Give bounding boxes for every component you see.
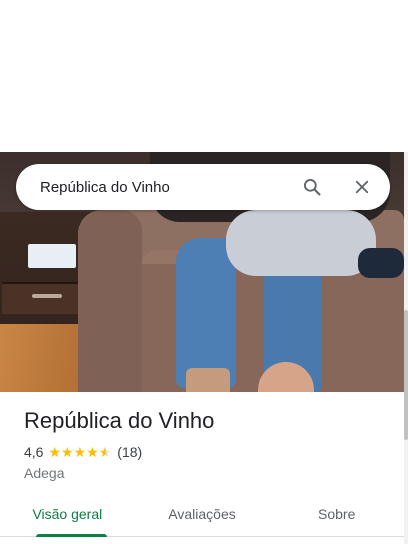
star-rating[interactable]: ★ ★ ★ ★ ★ <box>48 445 111 459</box>
active-tab-indicator <box>36 534 107 537</box>
photo-child <box>226 210 376 276</box>
photo-boot <box>186 368 230 392</box>
place-title: República do Vinho <box>24 408 215 433</box>
rating-row: 4,6 ★ ★ ★ ★ ★ (18) <box>24 444 142 460</box>
tab-overview[interactable]: Visão geral <box>0 492 135 537</box>
tab-about[interactable]: Sobre <box>269 492 404 536</box>
photo-sneaker <box>358 248 404 278</box>
tab-label: Visão geral <box>32 506 103 522</box>
star-icon: ★ <box>48 444 62 460</box>
scrollbar-thumb[interactable] <box>404 310 408 440</box>
search-box[interactable]: República do Vinho <box>16 164 390 210</box>
close-icon[interactable] <box>348 173 376 201</box>
tab-label: Avaliações <box>168 506 236 522</box>
photo-sofa-arm <box>78 210 142 392</box>
tab-bar: Visão geral Avaliações Sobre <box>0 492 404 537</box>
star-icon: ★ <box>98 444 112 460</box>
photo-box <box>28 244 76 268</box>
star-icon: ★ <box>61 444 74 460</box>
star-icon: ★ <box>86 444 99 460</box>
star-icon: ★ <box>73 444 87 460</box>
search-icon[interactable] <box>298 173 326 201</box>
tab-reviews[interactable]: Avaliações <box>135 492 270 536</box>
rating-value: 4,6 <box>24 444 44 460</box>
blank-header-area <box>0 0 408 152</box>
place-category[interactable]: Adega <box>24 465 64 481</box>
photo-drawer-handle <box>32 294 62 298</box>
photo-drawer <box>2 282 90 314</box>
photo-jeans-left <box>176 238 236 388</box>
search-input[interactable]: República do Vinho <box>16 179 298 196</box>
review-count[interactable]: (18) <box>117 444 142 460</box>
tab-label: Sobre <box>318 506 356 522</box>
